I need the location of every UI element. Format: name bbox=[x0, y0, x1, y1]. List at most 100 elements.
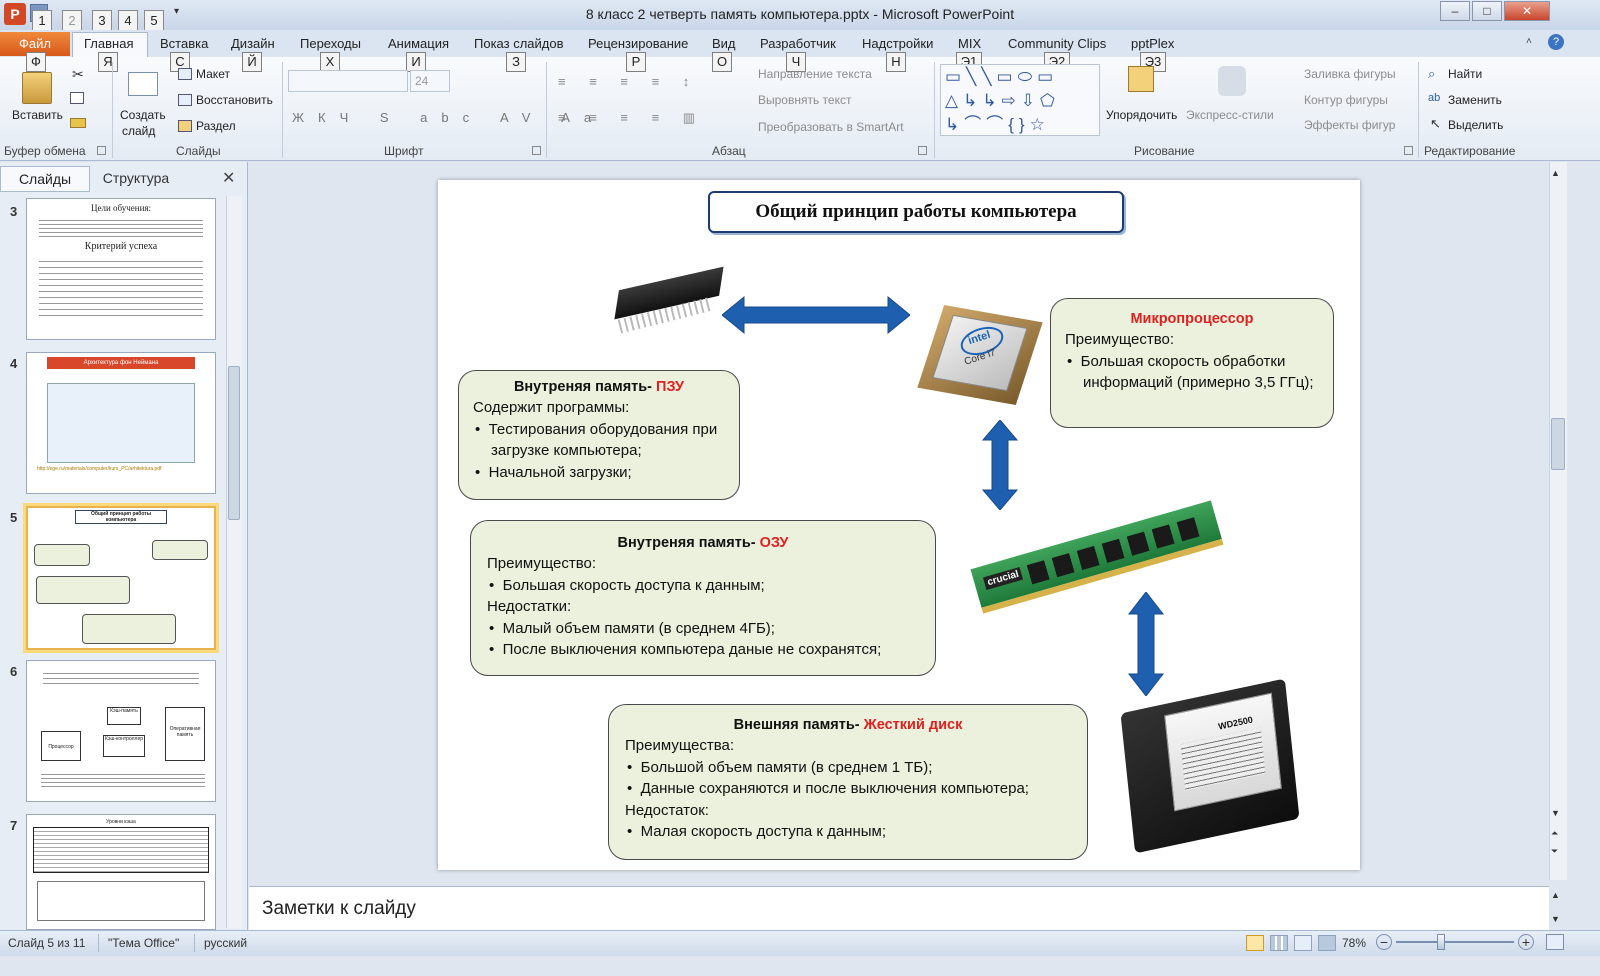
status-language[interactable]: русский bbox=[204, 936, 247, 950]
keytip-animation: И bbox=[406, 52, 426, 72]
new-slide-button[interactable]: Создать bbox=[120, 108, 166, 122]
zoom-level[interactable]: 78% bbox=[1342, 936, 1366, 950]
slide-sorter-view-icon[interactable] bbox=[1270, 935, 1288, 951]
rom-info-box[interactable]: Внутреняя память- ПЗУ Содержит программы… bbox=[458, 370, 740, 500]
font-launcher-icon[interactable] bbox=[532, 146, 541, 155]
hdd-box-bullet-text: Малая скорость доступа к данным; bbox=[640, 823, 887, 840]
tab-outline-pane[interactable]: Структура bbox=[92, 166, 180, 192]
scroll-up-icon[interactable]: ▲ bbox=[1551, 168, 1560, 178]
cut-icon[interactable]: ✂ bbox=[72, 66, 84, 83]
slide-scrollbar[interactable] bbox=[1549, 162, 1567, 880]
tab-insert[interactable]: Вставка bbox=[160, 36, 208, 51]
cpu-image[interactable]: intel Core i7 bbox=[917, 305, 1043, 405]
zoom-in-icon[interactable]: + bbox=[1518, 934, 1534, 950]
tab-mix[interactable]: MIX bbox=[958, 36, 981, 51]
font-size-input[interactable]: 24 bbox=[410, 70, 450, 92]
notes-placeholder[interactable]: Заметки к слайду bbox=[262, 898, 416, 920]
slideshow-view-icon[interactable] bbox=[1318, 935, 1336, 951]
minimize-button[interactable]: – bbox=[1440, 1, 1470, 21]
tab-transitions[interactable]: Переходы bbox=[300, 36, 361, 51]
status-slide-info[interactable]: Слайд 5 из 11 bbox=[8, 936, 85, 950]
text-direction-button[interactable]: Направление текста bbox=[758, 67, 872, 81]
slide-canvas[interactable]: Общий принцип работы компьютера intel Co… bbox=[438, 180, 1360, 870]
paste-button[interactable]: Вставить bbox=[12, 108, 63, 122]
tab-developer[interactable]: Разработчик bbox=[760, 36, 836, 51]
prev-slide-icon[interactable]: ⏶ bbox=[1551, 828, 1558, 839]
align-text-button[interactable]: Выровнять текст bbox=[758, 93, 851, 107]
format-painter-icon[interactable] bbox=[70, 118, 86, 128]
ram-stick-image[interactable]: crucial bbox=[966, 498, 1228, 616]
replace-button[interactable]: Заменить bbox=[1448, 93, 1502, 107]
zoom-slider[interactable] bbox=[1396, 941, 1514, 943]
section-icon bbox=[178, 120, 192, 132]
slides-pane-scroll-thumb[interactable] bbox=[228, 366, 240, 520]
tab-community-clips[interactable]: Community Clips bbox=[1008, 36, 1106, 51]
cpu-info-box[interactable]: Микропроцессор Преимущество: • Большая с… bbox=[1050, 298, 1334, 428]
zoom-out-icon[interactable]: − bbox=[1376, 934, 1392, 950]
clipboard-launcher-icon[interactable] bbox=[97, 146, 106, 155]
shape-fill-button[interactable]: Заливка фигуры bbox=[1304, 67, 1396, 81]
tab-addins[interactable]: Надстройки bbox=[862, 36, 933, 51]
reset-button[interactable]: Восстановить bbox=[196, 93, 273, 107]
hdd-info-box[interactable]: Внешняя память- Жесткий диск Преимуществ… bbox=[608, 704, 1088, 860]
find-icon: ⌕ bbox=[1428, 66, 1436, 81]
group-label-editing: Редактирование bbox=[1424, 144, 1516, 158]
rom-chip-image[interactable] bbox=[614, 266, 724, 340]
tab-pptplex[interactable]: pptPlex bbox=[1131, 36, 1174, 51]
align-icons[interactable]: ≡ ≡ ≡ ≡ ▥ bbox=[558, 110, 705, 126]
slide-thumbnail-7[interactable]: Уровни кэша bbox=[26, 814, 216, 930]
normal-view-icon[interactable] bbox=[1246, 935, 1264, 951]
tab-design[interactable]: Дизайн bbox=[231, 36, 275, 51]
layout-button[interactable]: Макет bbox=[196, 67, 230, 81]
copy-icon[interactable] bbox=[70, 92, 84, 104]
tab-home[interactable]: Главная bbox=[84, 36, 133, 51]
next-slide-icon[interactable]: ⏷ bbox=[1551, 846, 1558, 857]
scroll-down-icon[interactable]: ▼ bbox=[1551, 808, 1560, 818]
notes-scroll-down-icon[interactable]: ▼ bbox=[1551, 914, 1560, 924]
reading-view-icon[interactable] bbox=[1294, 935, 1312, 951]
shape-outline-button[interactable]: Контур фигуры bbox=[1304, 93, 1388, 107]
paste-icon[interactable] bbox=[22, 72, 52, 104]
new-slide-icon[interactable] bbox=[128, 72, 158, 96]
ram-info-box[interactable]: Внутреняя память- ОЗУ Преимущество: • Бо… bbox=[470, 520, 936, 676]
slide-title-box[interactable]: Общий принцип работы компьютера bbox=[708, 191, 1124, 233]
hdd-image[interactable]: WD2500 bbox=[1108, 678, 1318, 858]
find-button[interactable]: Найти bbox=[1448, 67, 1482, 81]
status-theme[interactable]: "Тема Office" bbox=[108, 936, 179, 950]
shape-effects-button[interactable]: Эффекты фигур bbox=[1304, 118, 1395, 132]
tab-review[interactable]: Рецензирование bbox=[588, 36, 688, 51]
notes-scroll-up-icon[interactable]: ▲ bbox=[1551, 890, 1560, 900]
ram-box-title-accent: ОЗУ bbox=[759, 535, 789, 551]
fit-to-window-icon[interactable] bbox=[1546, 934, 1564, 950]
new-slide-button-line2[interactable]: слайд bbox=[122, 124, 155, 138]
tab-slideshow[interactable]: Показ слайдов bbox=[474, 36, 564, 51]
help-icon[interactable]: ? bbox=[1548, 34, 1564, 50]
close-button[interactable]: ✕ bbox=[1504, 1, 1550, 21]
quick-styles-icon bbox=[1218, 66, 1246, 96]
thumb-box-cpu: Процессор bbox=[41, 731, 81, 761]
slide-thumbnail-5-selected[interactable]: Общий принцип работы компьютера bbox=[26, 506, 216, 650]
close-pane-icon[interactable]: ✕ bbox=[222, 168, 235, 188]
zoom-slider-thumb[interactable] bbox=[1437, 934, 1445, 950]
slides-pane-scrollbar[interactable] bbox=[226, 196, 242, 928]
tab-view[interactable]: Вид bbox=[712, 36, 736, 51]
slide-thumbnail-4[interactable]: Архитектура фон Неймана http://ege.ru/ma… bbox=[26, 352, 216, 494]
maximize-button[interactable]: □ bbox=[1472, 1, 1502, 21]
drawing-launcher-icon[interactable] bbox=[1404, 146, 1413, 155]
font-name-input[interactable] bbox=[288, 70, 408, 92]
select-button[interactable]: Выделить bbox=[1448, 118, 1503, 132]
bullets-icon[interactable]: ≡ ≡ ≡ ≡ ↕ bbox=[558, 74, 699, 89]
quick-styles-button[interactable]: Экспресс-стили bbox=[1186, 108, 1274, 122]
notes-pane[interactable] bbox=[249, 886, 1549, 930]
section-button[interactable]: Раздел bbox=[196, 119, 236, 133]
paragraph-launcher-icon[interactable] bbox=[918, 146, 927, 155]
slide-thumbnail-6[interactable]: Процессор Кэш-память Кэш-контроллер Опер… bbox=[26, 660, 216, 802]
slide-scroll-thumb[interactable] bbox=[1551, 418, 1565, 470]
tab-animation[interactable]: Анимация bbox=[388, 36, 449, 51]
smartart-button[interactable]: Преобразовать в SmartArt bbox=[758, 120, 904, 134]
slide-thumbnail-3[interactable]: Цели обучения: Критерий успеха bbox=[26, 198, 216, 340]
shapes-gallery[interactable]: ▭╲╲▭⬭▭ △↳↳⇨⇩⬠ ↳⌒⌒{}☆ bbox=[940, 64, 1100, 136]
tab-slides-pane[interactable]: Слайды bbox=[0, 166, 90, 192]
ribbon-collapse-icon[interactable]: ˄ bbox=[1526, 36, 1532, 47]
arrange-button[interactable]: Упорядочить bbox=[1106, 108, 1177, 122]
